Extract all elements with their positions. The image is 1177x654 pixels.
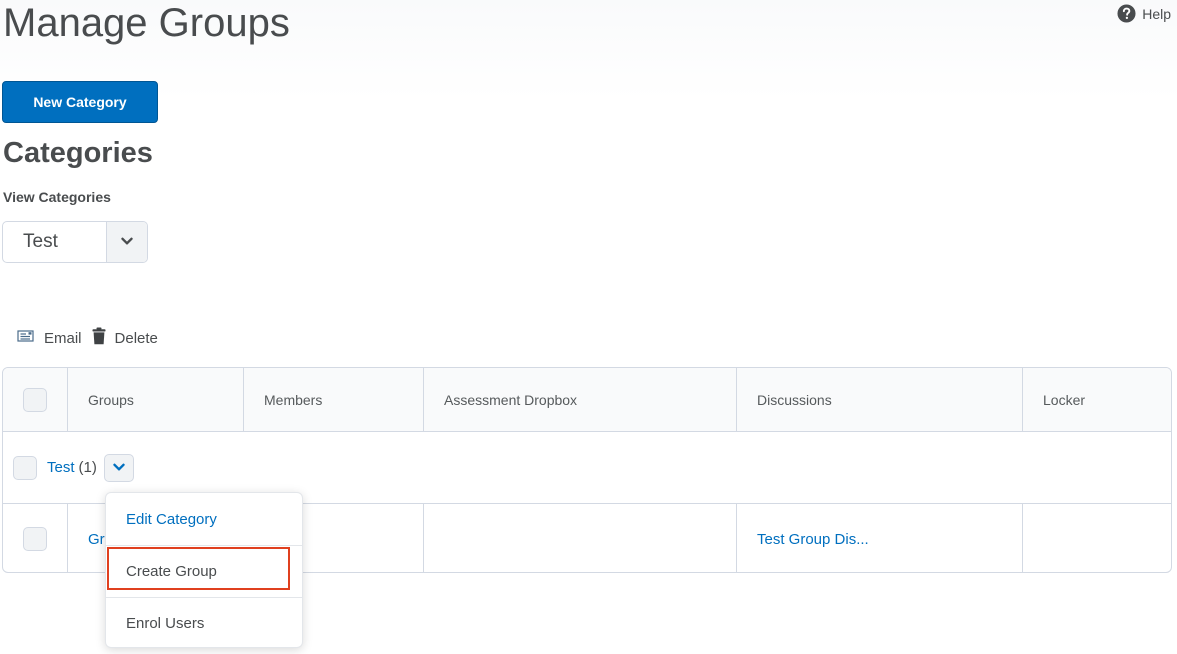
cell-locker xyxy=(1023,504,1171,572)
group-name-link[interactable]: Gr xyxy=(88,531,105,548)
help-circle-icon xyxy=(1117,4,1136,23)
view-categories-label: View Categories xyxy=(3,189,111,205)
discussion-link[interactable]: Test Group Dis... xyxy=(757,531,869,548)
action-bar: Email Delete xyxy=(17,327,168,349)
category-count: (1) xyxy=(78,459,97,476)
cell-discussions: Test Group Dis... xyxy=(737,504,1023,572)
column-header-groups[interactable]: Groups xyxy=(68,368,244,431)
email-label: Email xyxy=(44,329,82,347)
category-name-link[interactable]: Test xyxy=(47,459,75,476)
help-label: Help xyxy=(1142,5,1171,22)
row-checkbox[interactable] xyxy=(23,527,47,551)
category-checkbox[interactable] xyxy=(13,455,37,480)
chevron-down-icon xyxy=(121,233,133,251)
table-header-row: Groups Members Assessment Dropbox Discus… xyxy=(3,368,1171,432)
chevron-down-icon xyxy=(113,459,125,477)
highlight-box xyxy=(107,547,290,590)
select-all-checkbox[interactable] xyxy=(23,387,47,412)
email-action[interactable]: Email xyxy=(17,329,82,347)
menu-item-enrol-users[interactable]: Enrol Users xyxy=(106,597,302,649)
email-icon xyxy=(17,329,35,347)
select-all-cell xyxy=(3,368,68,431)
delete-action[interactable]: Delete xyxy=(92,327,158,349)
selected-category-value: Test xyxy=(23,231,58,252)
column-header-locker[interactable]: Locker xyxy=(1023,368,1171,431)
help-link[interactable]: Help xyxy=(1117,4,1171,23)
category-actions-button[interactable] xyxy=(103,453,134,482)
trash-icon xyxy=(92,327,106,349)
delete-label: Delete xyxy=(114,329,158,347)
row-select-cell xyxy=(3,504,68,572)
column-header-discussions[interactable]: Discussions xyxy=(737,368,1023,431)
select-caret[interactable] xyxy=(106,222,147,262)
view-categories-select[interactable]: Test xyxy=(2,221,148,263)
categories-heading: Categories xyxy=(3,137,153,169)
menu-item-edit-category[interactable]: Edit Category xyxy=(106,493,302,545)
cell-assessment-dropbox xyxy=(424,504,737,572)
column-header-members[interactable]: Members xyxy=(244,368,424,431)
new-category-button[interactable]: New Category xyxy=(2,81,158,123)
column-header-assessment-dropbox[interactable]: Assessment Dropbox xyxy=(424,368,737,431)
page-title: Manage Groups xyxy=(3,1,290,45)
